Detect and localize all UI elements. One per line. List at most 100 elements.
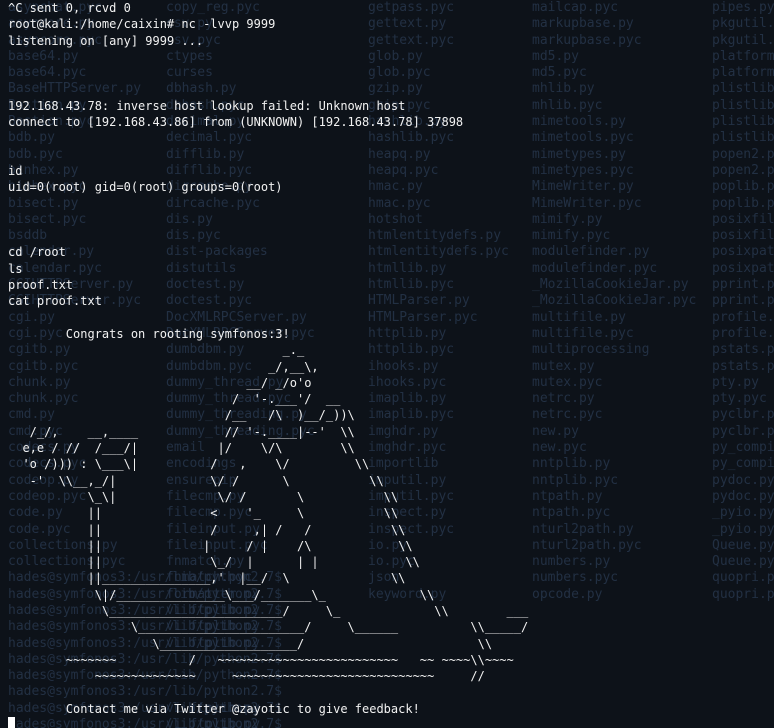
output-line: \___________________/ \\ xyxy=(8,636,493,651)
output-line: ~~~~~~~ / ~~~~~~~~~~~~~~~~~~~~~~~~~ ~~ ~… xyxy=(8,652,514,667)
listing-entry: new.pyc xyxy=(532,440,587,456)
listing-entry: opcode.py xyxy=(532,586,603,602)
output-line: /_/, __,____ // '-.____|--' \\ xyxy=(8,424,355,439)
listing-entry: plistlib.pyc xyxy=(712,130,774,146)
listing-entry: plistlib.py xyxy=(712,114,774,130)
listing-entry: md5.py xyxy=(532,48,579,64)
listing-entry: py_compile.py xyxy=(712,440,774,456)
output-line: \________________________/ \_ \\ ___ xyxy=(8,603,529,618)
output-line: ^C sent 0, rcvd 0 xyxy=(8,1,131,15)
listing-entry: pprint.pyc xyxy=(712,293,774,309)
listing-entry: markupbase.py xyxy=(532,16,634,32)
listing-entry: py_compile.pyc xyxy=(712,456,774,472)
listing-entry: nturl2path.pyc xyxy=(532,537,642,553)
listing-entry: modulefinder.py xyxy=(532,244,650,260)
output-line: || / ,| / / \\ xyxy=(8,522,406,537)
listing-entry: _MozillaCookieJar.py xyxy=(532,277,689,293)
listing-entry: mutex.pyc xyxy=(532,374,603,390)
listing-entry: pty.py xyxy=(712,374,759,390)
output-line: || | / | /\ \\ xyxy=(8,538,413,553)
output-line: \_\| \/ / \ \\ xyxy=(8,489,399,504)
listing-entry: _pyio.py xyxy=(712,505,774,521)
output-line: 192.168.43.78: inverse host lookup faile… xyxy=(8,98,406,113)
listing-entry: platform.pyc xyxy=(712,65,774,81)
output-line: __/ _/o'o xyxy=(8,375,312,390)
listing-entry: mimify.py xyxy=(532,211,603,227)
output-line: ||_______________,' |__/ \ \\ xyxy=(8,571,406,586)
listing-entry: nturl2path.py xyxy=(532,521,634,537)
listing-entry: posixfile.pyc xyxy=(712,228,774,244)
output-line: / '-.___'/ __ xyxy=(8,392,341,407)
listing-entry: quopri.py xyxy=(712,570,774,586)
listing-entry: vi ftplib.py xyxy=(166,717,260,728)
listing-entry: multifile.pyc xyxy=(532,325,634,341)
listing-entry: mimetools.py xyxy=(532,114,626,130)
listing-entry: posixfile.py xyxy=(712,211,774,227)
listing-entry: Queue.py xyxy=(712,537,774,553)
listing-entry: mhlib.py xyxy=(532,81,595,97)
listing-entry: pydoc.py xyxy=(712,472,774,488)
listing-entry: posixpath.pyc xyxy=(712,260,774,276)
listing-entry: mailcap.pyc xyxy=(532,0,619,15)
listing-entry: platform.py xyxy=(712,48,774,64)
listing-entry: mimetypes.py xyxy=(532,146,626,162)
output-line: ~~~~~~~~~~~~~~ ~~~~~~~~~~~~~~~~~~~~~~~~~… xyxy=(8,669,485,684)
listing-entry: markupbase.pyc xyxy=(532,32,642,48)
listing-entry: pkgutil.pyc xyxy=(712,32,774,48)
listing-entry: md5.pyc xyxy=(532,65,587,81)
listing-entry: multifile.py xyxy=(532,309,626,325)
output-line: listening on [any] 9999 ... xyxy=(8,33,204,48)
listing-entry: mimetools.pyc xyxy=(532,130,634,146)
listing-entry: mimify.pyc xyxy=(532,228,611,244)
terminal-output: ^C sent 0, rcvd 0 root@kali:/home/caixin… xyxy=(8,0,528,717)
output-line: cat proof.txt xyxy=(8,294,102,309)
output-line: ls xyxy=(8,261,23,276)
listing-entry: plistlib.pyc xyxy=(712,97,774,113)
output-line: cd /root xyxy=(8,245,66,260)
listing-entry: _pyio.pyc xyxy=(712,521,774,537)
output-line: _._ xyxy=(8,343,305,358)
listing-column-5: pipes.py pkgutil.py pkgutil.pyc platform… xyxy=(712,0,774,603)
listing-entry: MimeWriter.py xyxy=(532,179,634,195)
output-line: /__ /\ )__/_))\ xyxy=(8,408,355,423)
output-line: || \_/ | | | \\ xyxy=(8,555,420,570)
output-line: Congrats on rooting symfonos:3! xyxy=(8,326,290,341)
output-line: proof.txt xyxy=(8,278,74,293)
listing-entry: pstats.py xyxy=(712,342,774,358)
output-line: e,e / // /___/| |/ \/\ \\ xyxy=(8,441,355,456)
listing-entry: numbers.py xyxy=(532,554,611,570)
listing-entry: posixpath.py xyxy=(712,244,774,260)
listing-entry: nntplib.py xyxy=(532,456,611,472)
listing-entry: modulefinder.pyc xyxy=(532,260,658,276)
output-line: root@kali:/home/caixin# nc -lvvp 9999 xyxy=(8,17,276,32)
listing-entry: mimetypes.pyc xyxy=(532,162,634,178)
listing-entry: poplib.py xyxy=(712,179,774,195)
listing-entry: new.py xyxy=(532,423,579,439)
output-line: connect to [192.168.43.86] from (UNKNOWN… xyxy=(8,115,464,130)
listing-entry: Queue.pyc xyxy=(712,554,774,570)
listing-entry: pydoc.pyc xyxy=(712,488,774,504)
listing-entry: ntpath.py xyxy=(532,488,603,504)
output-line: -' \\__,_/| \/ / \ \\ xyxy=(8,473,384,488)
listing-entry: quopri.pyc xyxy=(712,586,774,602)
listing-entry: popen2.pyc xyxy=(712,162,774,178)
output-line: 'o /))) : \___\| / , \/ \\ xyxy=(8,457,370,472)
listing-entry: nntplib.pyc xyxy=(532,472,619,488)
listing-entry: ntpath.pyc xyxy=(532,505,611,521)
listing-entry: pstats.pyc xyxy=(712,358,774,374)
listing-entry: pty.pyc xyxy=(712,391,767,407)
listing-entry: profile.pyc xyxy=(712,325,774,341)
listing-entry: _MozillaCookieJar.pyc xyxy=(532,293,697,309)
output-line: \|/_______________\___/_______\_ \\ xyxy=(8,587,435,602)
listing-entry: poplib.pyc xyxy=(712,195,774,211)
output-line: Contact me via Twitter @zayotic to give … xyxy=(8,701,420,716)
listing-entry: numbers.pyc xyxy=(532,570,619,586)
listing-entry: mutex.py xyxy=(532,358,595,374)
listing-entry: MimeWriter.pyc xyxy=(532,195,642,211)
output-line: || < '_ \ \\ xyxy=(8,506,399,521)
output-line: id xyxy=(8,163,23,178)
terminal-cursor xyxy=(8,717,15,728)
listing-entry: pkgutil.py xyxy=(712,16,774,32)
terminal-window[interactable]: asynchat.pyc asyncore.py asyncore.pyc ba… xyxy=(0,0,774,728)
listing-column-4: mailcap.pyc markupbase.py markupbase.pyc… xyxy=(532,0,696,603)
